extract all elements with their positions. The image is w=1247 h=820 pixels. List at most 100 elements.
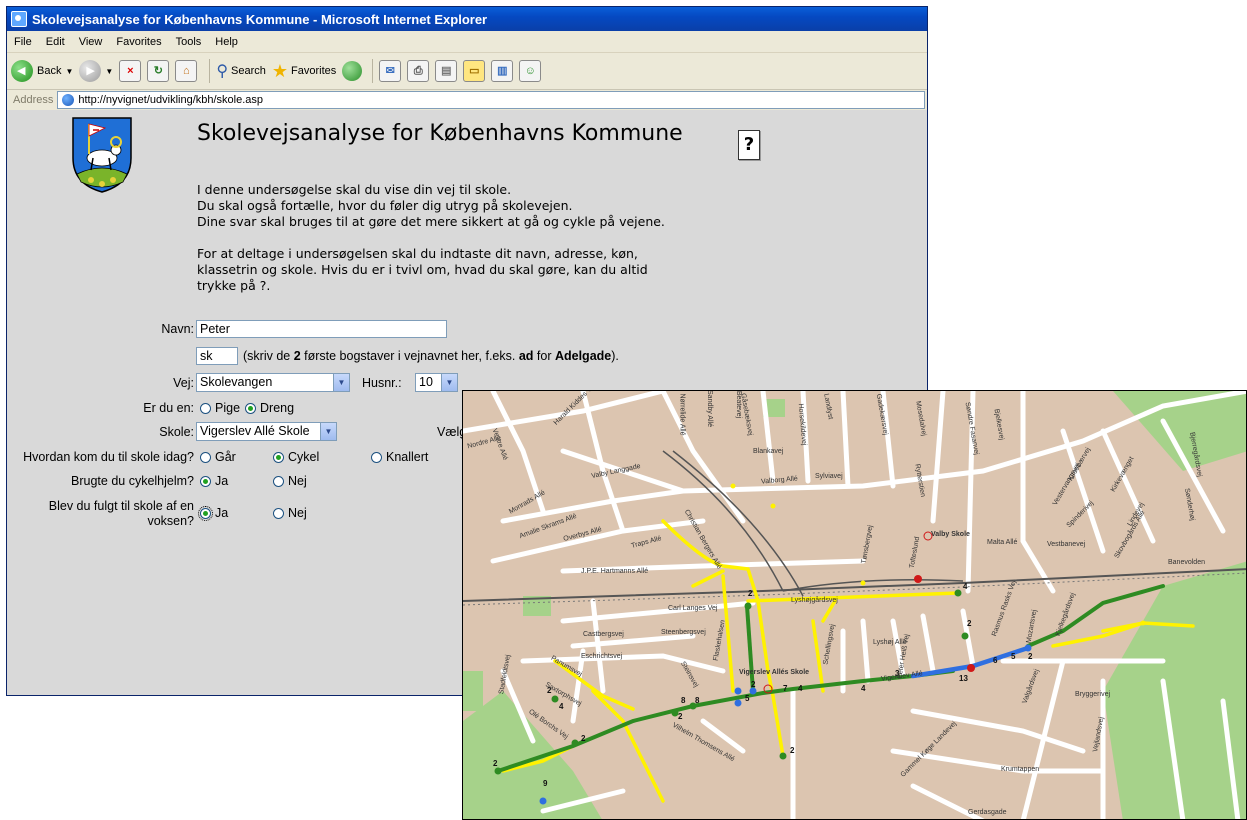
route-point: [1140, 620, 1146, 626]
accompanied-yes-option[interactable]: Ja: [198, 505, 228, 521]
count-label: 13: [959, 674, 968, 683]
chevron-down-icon[interactable]: ▼: [320, 423, 336, 440]
accompanied-no-radio[interactable]: [273, 507, 284, 519]
street-hint: (skriv de 2 første bogstaver i vejnavnet…: [243, 349, 619, 363]
toolbar: Back ▼ ▼ × ↻ ⌂ ⚲ Search ★ Favorites ✉ ⎙ …: [7, 53, 927, 90]
street-select[interactable]: Skolevangen ▼: [196, 373, 350, 392]
street-prefix-input[interactable]: sk: [196, 347, 238, 365]
helmet-yes-radio[interactable]: [200, 475, 211, 487]
helmet-yes-option[interactable]: Ja: [200, 474, 228, 488]
search-label: Search: [231, 65, 266, 77]
gender-label: Er du en:: [143, 401, 194, 415]
route-point: [734, 699, 742, 707]
street-label: Sylviavej: [815, 473, 843, 480]
accompanied-label-line-1: Blev du fulgt til skole af en: [48, 499, 194, 513]
chevron-down-icon[interactable]: ▼: [441, 374, 457, 391]
route-map[interactable]: 2 2 8 8 5 7 4 2 4 4 3 13 6 5 2 2 4 2 9 2…: [462, 390, 1247, 820]
intro-line-1: I denne undersøgelse skal du vise din ve…: [197, 182, 512, 197]
count-label: 4: [861, 684, 866, 693]
hint-example: ad: [518, 349, 534, 363]
street: [930, 391, 946, 524]
research-icon[interactable]: ▥: [491, 60, 514, 82]
back-button[interactable]: Back ▼: [11, 60, 73, 82]
window-title: Skolevejsanalyse for Københavns Kommune …: [32, 11, 488, 27]
helmet-no-option[interactable]: Nej: [273, 474, 307, 488]
copenhagen-coat-of-arms-icon: [72, 117, 132, 193]
gender-boy-radio[interactable]: [245, 402, 256, 414]
gender-girl-label: Pige: [215, 401, 241, 415]
gender-girl-radio[interactable]: [200, 402, 211, 414]
print-icon[interactable]: ⎙: [407, 60, 430, 82]
menu-view[interactable]: View: [72, 36, 110, 48]
mail-icon[interactable]: ✉: [379, 60, 402, 82]
discuss-icon[interactable]: ▭: [463, 60, 486, 82]
menu-favorites[interactable]: Favorites: [109, 36, 168, 48]
street: [1020, 391, 1056, 594]
route: [811, 619, 825, 693]
history-icon[interactable]: [342, 61, 363, 81]
chevron-down-icon[interactable]: ▼: [333, 374, 349, 391]
favorites-button[interactable]: ★ Favorites: [272, 61, 336, 82]
count-label: 5: [1011, 652, 1016, 661]
edit-icon[interactable]: ▤: [435, 60, 458, 82]
route-point: [961, 632, 969, 640]
route: [691, 569, 725, 588]
transport-bike-label: Cykel: [288, 450, 320, 464]
station-icon: [914, 575, 922, 583]
menu-tools[interactable]: Tools: [169, 36, 209, 48]
route-point: [571, 739, 579, 747]
count-label: 7: [783, 684, 788, 693]
route-point: [539, 797, 547, 805]
toolbar-separator: [372, 59, 374, 83]
house-number-select[interactable]: 10 ▼: [415, 373, 458, 392]
accompanied-no-option[interactable]: Nej: [273, 506, 307, 520]
street: [860, 618, 871, 684]
gender-boy-option[interactable]: Dreng: [245, 401, 294, 415]
school-select-value: Vigerslev Allé Skole: [200, 424, 310, 438]
gender-boy-label: Dreng: [260, 401, 295, 415]
back-dropdown-icon[interactable]: ▼: [65, 67, 73, 76]
school-select[interactable]: Vigerslev Allé Skole ▼: [196, 422, 337, 441]
route: [721, 574, 735, 693]
park-area: [463, 671, 483, 711]
menu-edit[interactable]: Edit: [39, 36, 72, 48]
address-field[interactable]: http://nyvignet/udvikling/kbh/skole.asp: [57, 91, 925, 109]
transport-bike-radio[interactable]: [273, 451, 284, 463]
stop-icon[interactable]: ×: [119, 60, 142, 82]
title-bar: Skolevejsanalyse for Københavns Kommune …: [7, 7, 927, 31]
refresh-icon[interactable]: ↻: [147, 60, 170, 82]
transport-moped-radio[interactable]: [371, 451, 382, 463]
page-icon: [62, 94, 75, 106]
street-select-value: Skolevangen: [200, 375, 273, 389]
helmet-yes-label: Ja: [215, 474, 229, 488]
route-point: [1024, 644, 1032, 652]
helmet-label: Brugte du cykelhjelm?: [71, 474, 194, 488]
forward-arrow-icon: [79, 60, 102, 82]
street-label: Carl Langes Vej: [668, 605, 718, 612]
count-label: 4: [798, 684, 803, 693]
menu-help[interactable]: Help: [208, 36, 245, 48]
home-icon[interactable]: ⌂: [175, 60, 198, 82]
name-input[interactable]: Peter: [196, 320, 447, 338]
gender-girl-option[interactable]: Pige: [200, 401, 240, 415]
transport-walk-radio[interactable]: [200, 451, 211, 463]
transport-walk-option[interactable]: Går: [200, 450, 236, 464]
street: [880, 391, 896, 489]
address-url: http://nyvignet/udvikling/kbh/skole.asp: [78, 94, 264, 106]
address-label: Address: [13, 94, 54, 106]
toolbar-separator: [209, 59, 211, 83]
forward-button[interactable]: ▼: [79, 60, 113, 82]
count-label: 9: [543, 779, 548, 788]
forward-dropdown-icon[interactable]: ▼: [105, 67, 113, 76]
help-button[interactable]: ?: [738, 130, 760, 160]
hint-number: 2: [293, 349, 301, 363]
helmet-no-radio[interactable]: [273, 475, 284, 487]
transport-moped-option[interactable]: Knallert: [371, 450, 428, 464]
transport-bike-option[interactable]: Cykel: [273, 450, 319, 464]
menu-file[interactable]: File: [7, 36, 39, 48]
hint-text: for: [533, 349, 555, 363]
stop-count-labels: 2 2 8 8 5 7 4 2 4 4 3 13 6 5 2 2 4 2 9 2…: [493, 582, 1033, 788]
accompanied-yes-radio[interactable]: [198, 505, 213, 521]
search-button[interactable]: ⚲ Search: [216, 61, 266, 81]
messenger-icon[interactable]: ☺: [519, 60, 542, 82]
